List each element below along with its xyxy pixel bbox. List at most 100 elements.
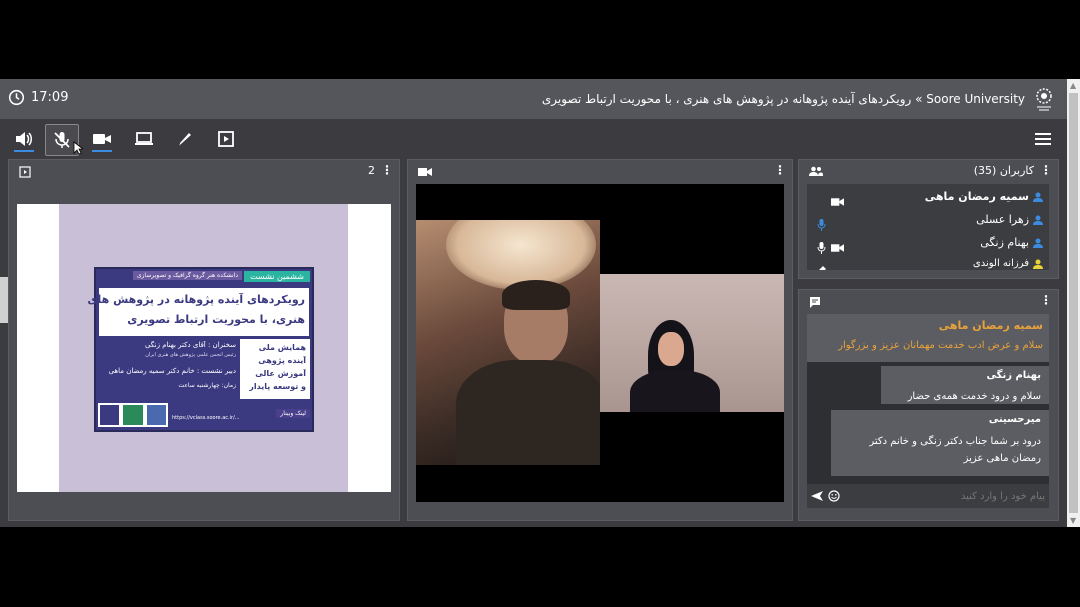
- poster-title-line2: هنری، با محوریت ارتباط تصویری: [127, 313, 305, 326]
- chat-icon: [810, 297, 820, 308]
- poster-link: https://vclass.soore.ac.ir/...: [172, 415, 240, 421]
- user-row[interactable]: زهرا عسلی: [976, 213, 1043, 226]
- video-camera-icon: [418, 168, 432, 176]
- pen-button[interactable]: [170, 126, 198, 152]
- user-icon: [1033, 215, 1043, 225]
- sponsor-logo-icon: [100, 405, 120, 425]
- speaker-active-indicator: [14, 150, 34, 152]
- poster-speaker: سخنران : آقای دکتر بهنام زنگی: [144, 341, 236, 349]
- screen-share-button[interactable]: [130, 126, 158, 152]
- poster-time: زمان: چهارشنبه ساعت: [178, 382, 236, 389]
- poster-side-box: همایش ملی آینده پژوهی آموزش عالی و توسعه…: [240, 339, 310, 399]
- presentation-panel: 2 ⋮ ششمین نشست دانشکده هنر گروه گرافیک و…: [8, 159, 400, 521]
- media-button[interactable]: [212, 126, 240, 152]
- video-feed-host: [600, 274, 784, 412]
- play-icon: [218, 131, 234, 147]
- chat-text: درود بر شما جناب دکتر زنگی و خانم دکتر ر…: [869, 436, 1041, 464]
- user-name: سمیه رمضان ماهی: [924, 190, 1029, 203]
- chat-text: سلام و درود خدمت همه‌ی حضار: [907, 391, 1041, 402]
- speaker-button[interactable]: [10, 126, 38, 152]
- poster-side-4: و توسعه پایدار: [249, 382, 306, 391]
- page-number: 2: [368, 164, 375, 177]
- video-grid: [416, 184, 784, 502]
- mic-muted-icon: [54, 132, 70, 148]
- camera-button[interactable]: [88, 126, 116, 152]
- clock-icon: [8, 89, 25, 106]
- camera-icon: [831, 198, 844, 206]
- poster-side-3: آموزش عالی: [255, 369, 306, 378]
- session-clock: 17:09: [8, 89, 68, 106]
- poster-dept: دانشکده هنر گروه گرافیک و تصویرسازی: [132, 271, 242, 280]
- video-menu-icon[interactable]: ⋮: [774, 163, 786, 177]
- chat-author: بهنام زنگی: [986, 370, 1041, 381]
- app-window: 17:09 Soore University » رویکردهای آینده…: [0, 79, 1067, 527]
- chat-messages: سمیه رمضان ماهی سلام و عرض ادب خدمت مهما…: [807, 314, 1049, 502]
- poster-title-box: رویکردهای آینده پژوهانه در پژوهش های هنر…: [87, 287, 310, 337]
- chat-text: سلام و عرض ادب خدمت مهمانان عزیز و بزرگو…: [838, 340, 1043, 351]
- presentation-slide: ششمین نشست دانشکده هنر گروه گرافیک و تصو…: [17, 204, 391, 492]
- camera-active-indicator: [92, 150, 112, 152]
- chat-author: میرحسینی: [988, 414, 1041, 425]
- chat-input[interactable]: [847, 486, 1047, 506]
- top-bar: 17:09 Soore University » رویکردهای آینده…: [0, 79, 1067, 119]
- event-poster: ششمین نشست دانشکده هنر گروه گرافیک و تصو…: [87, 267, 314, 432]
- user-row[interactable]: بهنام زنگی: [980, 236, 1043, 249]
- scroll-down-icon[interactable]: ▼: [1070, 516, 1076, 525]
- chat-header: ⋮: [799, 292, 1058, 310]
- presentation-header: 2 ⋮: [9, 162, 399, 180]
- poster-side-1: همایش ملی: [258, 343, 306, 352]
- user-row[interactable]: فرزانه الوندی: [973, 258, 1043, 269]
- poster-logos: [98, 403, 168, 427]
- user-name: زهرا عسلی: [976, 213, 1029, 226]
- camera-icon: [831, 244, 844, 252]
- chat-menu-icon[interactable]: ⋮: [1040, 293, 1052, 307]
- presentation-menu-icon[interactable]: ⋮: [381, 163, 393, 177]
- participants-panel: کاربران (35) ⋮ سمیه رمضان ماهی زهرا عسلی…: [798, 159, 1059, 279]
- mic-icon: [817, 219, 826, 231]
- participants-menu-icon[interactable]: ⋮: [1040, 163, 1052, 177]
- mic-icon: [817, 242, 826, 254]
- toolbar: [0, 119, 1067, 157]
- chat-message: سمیه رمضان ماهی سلام و عرض ادب خدمت مهما…: [807, 314, 1049, 362]
- chat-message: بهنام زنگی سلام و درود خدمت همه‌ی حضار: [881, 366, 1049, 404]
- poster-title-line1: رویکردهای آینده پژوهانه در پژوهش های: [87, 293, 305, 306]
- participants-count: کاربران (35): [973, 164, 1034, 177]
- slide-background: ششمین نشست دانشکده هنر گروه گرافیک و تصو…: [59, 204, 348, 492]
- users-icon: [809, 166, 823, 176]
- video-header: ⋮: [408, 162, 792, 180]
- scroll-up-icon[interactable]: ▲: [1070, 81, 1076, 90]
- sponsor-logo-icon: [146, 405, 166, 425]
- presentation-icon: [19, 166, 31, 178]
- mouse-cursor-icon: [73, 141, 83, 155]
- emoji-icon[interactable]: [828, 490, 840, 502]
- pen-icon: [177, 133, 191, 146]
- chat-author: سمیه رمضان ماهی: [938, 319, 1043, 332]
- send-icon[interactable]: [811, 490, 823, 502]
- participants-header: کاربران (35) ⋮: [799, 162, 1058, 180]
- camera-icon: [93, 134, 111, 144]
- eraser-icon: [819, 266, 826, 270]
- user-icon: [1033, 238, 1043, 248]
- user-icon: [1033, 259, 1043, 269]
- scrollbar-thumb[interactable]: [1069, 93, 1078, 513]
- chat-panel: ⋮ سمیه رمضان ماهی سلام و عرض ادب خدمت مه…: [798, 289, 1059, 521]
- user-name: فرزانه الوندی: [972, 258, 1029, 269]
- menu-icon[interactable]: [1035, 132, 1051, 146]
- chat-message: میرحسینی درود بر شما جناب دکتر زنگی و خا…: [831, 410, 1049, 476]
- speaker-icon: [16, 132, 32, 146]
- clock-time: 17:09: [31, 90, 69, 105]
- user-name: بهنام زنگی: [980, 236, 1029, 249]
- mic-toggle-button[interactable]: [45, 124, 83, 156]
- user-row[interactable]: سمیه رمضان ماهی: [925, 190, 1043, 203]
- poster-speaker-sub: رئیس انجمن علمی پژوهش های هنری ایران: [145, 352, 236, 358]
- users-list: سمیه رمضان ماهی زهرا عسلی بهنام زنگی فرز…: [807, 184, 1049, 270]
- page-title: Soore University » رویکردهای آینده پژوها…: [541, 92, 1025, 106]
- page-scrollbar[interactable]: ▲ ▼: [1067, 79, 1080, 527]
- poster-tag: ششمین نشست: [244, 271, 310, 282]
- video-panel: ⋮: [407, 159, 793, 521]
- screen-share-icon: [135, 132, 153, 145]
- university-logo-icon: [1036, 88, 1052, 111]
- chat-input-bar: [807, 484, 1049, 508]
- poster-link-label: لینک وبینار: [276, 409, 310, 418]
- participant-face: [658, 332, 684, 366]
